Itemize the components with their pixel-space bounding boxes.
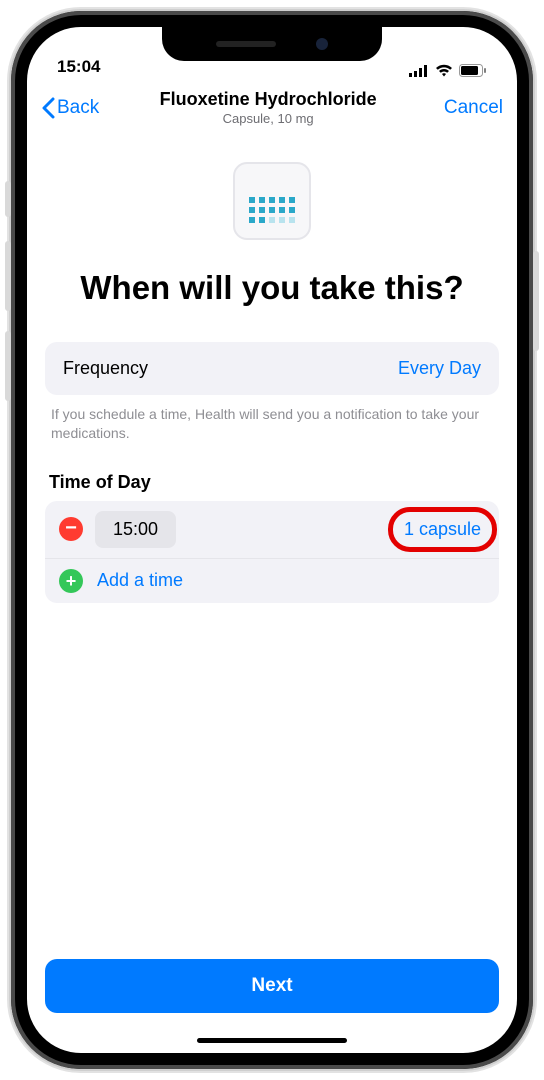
power-button — [533, 251, 539, 351]
home-indicator[interactable] — [197, 1038, 347, 1043]
add-time-row[interactable]: + Add a time — [45, 559, 499, 603]
status-time: 15:04 — [57, 57, 100, 77]
screen: 15:04 Back Fluoxetine Hydrochloride — [27, 27, 517, 1053]
content: When will you take this? Frequency Every… — [27, 136, 517, 959]
back-button[interactable]: Back — [41, 97, 99, 119]
dose-value: 1 capsule — [404, 519, 481, 539]
nav-title-main: Fluoxetine Hydrochloride — [99, 89, 437, 110]
chevron-left-icon — [41, 97, 55, 119]
iphone-frame: 15:04 Back Fluoxetine Hydrochloride — [11, 11, 533, 1069]
time-of-day-label: Time of Day — [45, 472, 499, 493]
notch — [162, 27, 382, 61]
add-time-button[interactable]: + — [59, 569, 83, 593]
back-label: Back — [57, 97, 99, 119]
battery-icon — [459, 64, 487, 77]
cellular-signal-icon — [409, 65, 429, 77]
frequency-card: Frequency Every Day — [45, 342, 499, 395]
frequency-label: Frequency — [63, 358, 148, 379]
minus-icon: − — [65, 518, 77, 538]
volume-down — [5, 331, 11, 401]
front-camera — [316, 38, 328, 50]
calendar-icon — [233, 162, 311, 240]
time-picker[interactable]: 15:00 — [95, 511, 176, 548]
wifi-icon — [435, 64, 453, 77]
mute-switch — [5, 181, 11, 217]
nav-bar: Back Fluoxetine Hydrochloride Capsule, 1… — [27, 81, 517, 136]
add-time-label: Add a time — [97, 570, 183, 591]
nav-title-sub: Capsule, 10 mg — [99, 111, 437, 126]
headline: When will you take this? — [45, 268, 499, 308]
time-row: − 15:00 1 capsule — [45, 501, 499, 559]
speaker — [216, 41, 276, 47]
schedule-hint: If you schedule a time, Health will send… — [45, 395, 499, 444]
plus-icon: + — [66, 572, 77, 590]
time-of-day-card: − 15:00 1 capsule + Add a time — [45, 501, 499, 603]
nav-title: Fluoxetine Hydrochloride Capsule, 10 mg — [99, 89, 437, 126]
frequency-value: Every Day — [398, 358, 481, 379]
remove-time-button[interactable]: − — [59, 517, 83, 541]
dose-picker[interactable]: 1 capsule — [400, 517, 485, 542]
cancel-button[interactable]: Cancel — [437, 97, 503, 119]
frequency-row[interactable]: Frequency Every Day — [45, 342, 499, 395]
calendar-icon-wrap — [45, 162, 499, 240]
volume-up — [5, 241, 11, 311]
next-button[interactable]: Next — [45, 959, 499, 1013]
